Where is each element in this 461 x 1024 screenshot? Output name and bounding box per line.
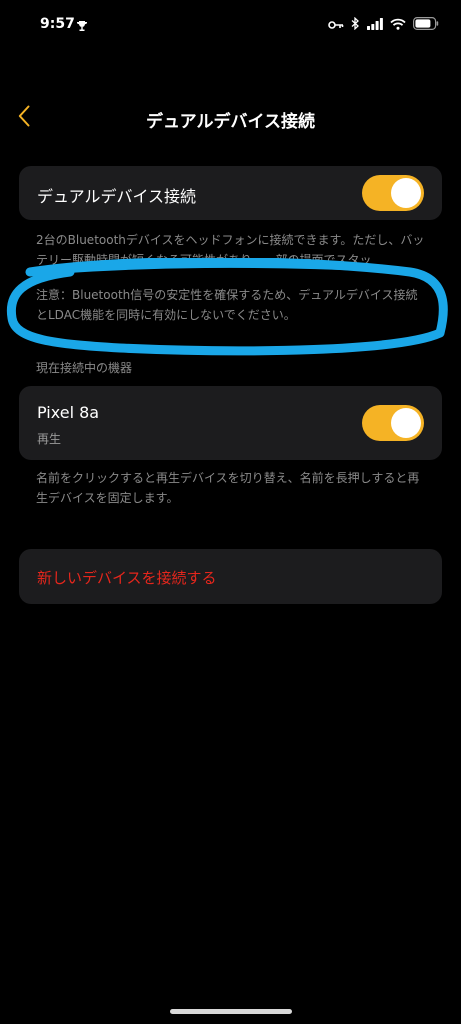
dual-device-label: デュアルデバイス接続 — [37, 187, 197, 206]
toggle-knob — [391, 408, 421, 438]
connected-device-row[interactable]: Pixel 8a 再生 — [19, 386, 442, 460]
screen: 9:57 デュアルデバイス接続 デュアルデバイス接続 2台のBluetoothデ… — [0, 0, 461, 1024]
dual-device-toggle[interactable] — [362, 175, 424, 211]
trophy-icon — [76, 17, 88, 36]
device-hint: 名前をクリックすると再生デバイスを切り替え、名前を長押しすると再生デバイスを固定… — [36, 471, 420, 505]
status-icons — [328, 15, 439, 34]
device-status: 再生 — [37, 432, 62, 446]
dual-device-warning: 注意：Bluetooth信号の安定性を確保するため、デュアルデバイス接続とLDA… — [36, 288, 418, 322]
status-time: 9:57 — [40, 16, 75, 32]
wifi-icon — [390, 15, 406, 34]
section-header-connected: 現在接続中の機器 — [36, 361, 133, 375]
device-toggle[interactable] — [362, 405, 424, 441]
nav-bar: デュアルデバイス接続 — [0, 100, 461, 136]
dual-device-description: 2台のBluetoothデバイスをヘッドフォンに接続できます。ただし、バッテリー… — [36, 233, 425, 267]
status-bar: 9:57 — [0, 0, 461, 52]
dual-device-row: デュアルデバイス接続 — [19, 166, 442, 220]
battery-icon — [413, 15, 439, 34]
toggle-knob — [391, 178, 421, 208]
device-name[interactable]: Pixel 8a — [37, 403, 99, 422]
bluetooth-icon — [351, 15, 360, 34]
home-indicator[interactable] — [170, 1009, 292, 1014]
connect-new-device-button[interactable]: 新しいデバイスを接続する — [19, 549, 442, 604]
key-icon — [328, 15, 344, 34]
connect-new-device-label: 新しいデバイスを接続する — [37, 569, 217, 587]
signal-icon — [367, 15, 383, 34]
page-title: デュアルデバイス接続 — [146, 112, 315, 132]
